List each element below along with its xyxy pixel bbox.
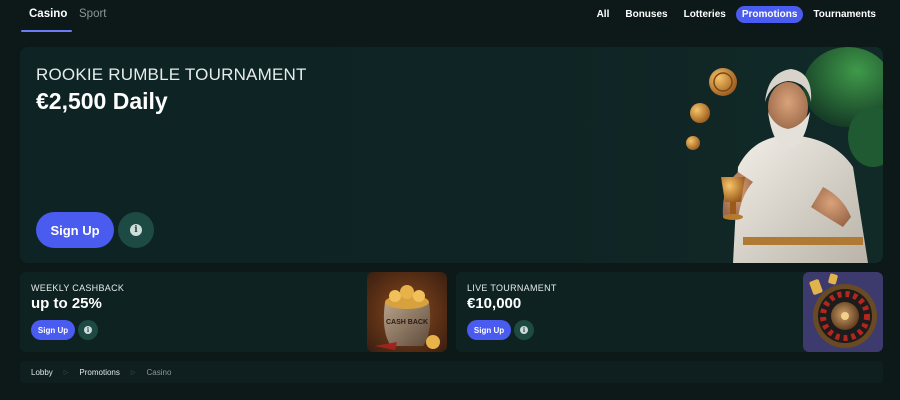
info-icon: i xyxy=(84,326,92,334)
zeus-character-illustration xyxy=(686,47,883,263)
info-icon: i xyxy=(520,326,528,334)
breadcrumb-promotions[interactable]: Promotions xyxy=(79,368,119,377)
tournament-sign-up-button[interactable]: Sign Up xyxy=(467,320,511,340)
breadcrumb-separator-icon: ▷ xyxy=(130,369,136,376)
card-title: €10,000 xyxy=(467,295,522,312)
hero-subtitle: ROOKIE RUMBLE TOURNAMENT xyxy=(36,65,307,84)
tab-casino[interactable]: Casino xyxy=(29,8,67,20)
cashback-info-button[interactable]: i xyxy=(78,320,98,340)
hero-sign-up-button[interactable]: Sign Up xyxy=(36,212,114,248)
hero-title: €2,500 Daily xyxy=(36,88,168,114)
pot-label: CASH BACK xyxy=(386,319,428,326)
active-tab-indicator xyxy=(21,30,72,32)
breadcrumb-lobby[interactable]: Lobby xyxy=(31,368,53,377)
filter-lotteries[interactable]: Lotteries xyxy=(678,6,732,23)
filter-all[interactable]: All xyxy=(591,6,616,23)
breadcrumb-casino: Casino xyxy=(146,367,172,377)
breadcrumb: Lobby ▷ Promotions ▷ Casino xyxy=(20,361,883,383)
hero-banner: ROOKIE RUMBLE TOURNAMENT €2,500 Daily Si… xyxy=(20,47,883,263)
top-navigation: Casino Sport All Bonuses Lotteries Promo… xyxy=(0,0,900,32)
filter-bonuses[interactable]: Bonuses xyxy=(619,6,673,23)
cashback-sign-up-button[interactable]: Sign Up xyxy=(31,320,75,340)
card-title: up to 25% xyxy=(31,295,102,312)
breadcrumb-separator-icon: ▷ xyxy=(63,369,69,376)
info-icon: i xyxy=(130,224,142,236)
tab-sport[interactable]: Sport xyxy=(79,8,107,20)
tournament-info-button[interactable]: i xyxy=(514,320,534,340)
filter-tournaments[interactable]: Tournaments xyxy=(807,6,882,23)
hero-info-button[interactable]: i xyxy=(118,212,154,248)
roulette-wheel-illustration xyxy=(803,272,883,352)
promo-card-weekly-cashback: WEEKLY CASHBACK up to 25% Sign Up i CASH… xyxy=(20,272,447,352)
promo-card-live-tournament: LIVE TOURNAMENT €10,000 Sign Up i xyxy=(456,272,883,352)
filter-promotions[interactable]: Promotions xyxy=(735,5,804,23)
promo-filters: All Bonuses Lotteries Promotions Tournam… xyxy=(591,5,882,23)
cashback-pot-illustration: CASH BACK xyxy=(367,272,447,352)
card-subtitle: LIVE TOURNAMENT xyxy=(467,283,557,293)
card-subtitle: WEEKLY CASHBACK xyxy=(31,283,125,293)
